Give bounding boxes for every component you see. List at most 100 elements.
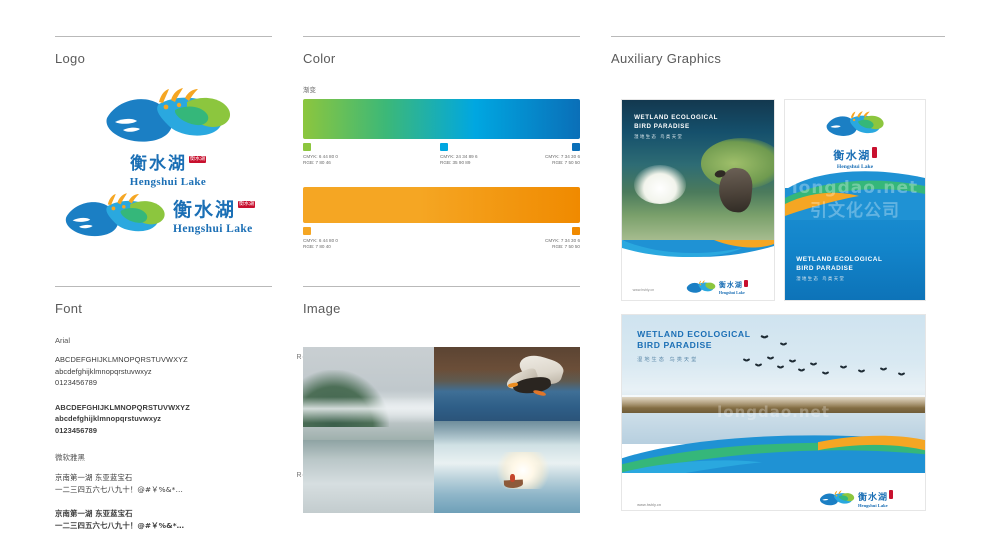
headline-cn: 湿地生态 鸟类天堂 [796, 277, 846, 282]
poster-logo: 衡水湖 Hengshui Lake [813, 111, 897, 170]
section-title-color: Color [303, 51, 336, 66]
hengshui-lake-mark-icon [826, 111, 884, 137]
logo-stacked: 衡水湖 衡水湖 Hengshui Lake [103, 88, 233, 188]
gradient-bar-primary [303, 99, 580, 139]
poster-logo-blue: 衡水湖 Hengshui Lake longdao.net 引文化公司 WETL… [785, 100, 925, 300]
section-divider [303, 36, 580, 37]
logo-cn-name: 衡水湖 [857, 493, 888, 504]
rgb-value: RGB: 35 90 89 [440, 160, 471, 166]
logo-seal [743, 279, 748, 287]
specimen-line: 0123456789 [55, 425, 98, 435]
specimen-line: 京南第一湖 东亚蓝宝石 [55, 509, 133, 518]
section-auxiliary-graphics: Auxiliary Graphics [611, 36, 945, 66]
poster-footer: www.hshly.cn 衡水湖 Hengshui Lake [622, 240, 774, 300]
specimen-line: abcdefghijklmnopqrstuvwxyz [55, 366, 152, 376]
rgb-value: RGB: 7 80 46 [303, 160, 331, 166]
section-logo: Logo [55, 36, 272, 66]
font-family-name: Arial [55, 336, 71, 345]
poster-headline: WETLAND ECOLOGICAL BIRD PARADISE 湿地生态 鸟类… [637, 329, 750, 363]
palette-label: 渐变 [303, 86, 316, 94]
section-font: Font [55, 286, 272, 316]
specimen-line: 京南第一湖 东亚蓝宝石 [55, 473, 133, 482]
section-title-font: Font [55, 301, 83, 316]
hengshui-lake-mark-icon [63, 193, 167, 243]
headline-line2: BIRD PARADISE [796, 265, 854, 272]
poster-website: www.hshly.cn [637, 502, 662, 508]
poster-headline: WETLAND ECOLOGICAL BIRD PARADISE 湿地生态 鸟类… [634, 114, 718, 140]
logo-en-name: Hengshui Lake [857, 503, 888, 509]
rgb-value: RGB: 7 50 50 [552, 244, 580, 250]
section-divider [55, 36, 272, 37]
specimen-line: ABCDEFGHIJKLMNOPQRSTUVWXYZ [55, 355, 188, 364]
specimen-line: 一二三四五六七八九十！@#￥%&*… [55, 520, 185, 530]
headline-line1: WETLAND ECOLOGICAL [796, 256, 883, 263]
headline-line1: WETLAND ECOLOGICAL [634, 114, 718, 121]
poster-headline: WETLAND ECOLOGICAL BIRD PARADISE 湿地生态 鸟类… [796, 255, 882, 282]
logo-en-name: Hengshui Lake [129, 176, 207, 188]
rgb-value: RGB: 7 50 50 [552, 160, 580, 166]
gradient-secondary-stops: CMYK: 6 44 80 0 RGB: 7 80 40 CMYK: 7 34 … [303, 223, 580, 257]
photo-misty-lake-landscape [303, 347, 434, 513]
font-group-latin: Arial ABCDEFGHIJKLMNOPQRSTUVWXYZ abcdefg… [55, 336, 327, 437]
headline-cn: 湿地生态 鸟类天堂 [637, 356, 699, 363]
font-specimen: 京南第一湖 东亚蓝宝石 一二三四五六七八九十！@#￥%&*… Bold [55, 508, 327, 531]
hengshui-lake-mark-icon [103, 88, 233, 150]
gradient-primary-stops: CMYK: 6 44 80 0 RGB: 7 80 46 CMYK: 24 34… [303, 139, 580, 173]
section-color: Color [303, 36, 580, 66]
color-stop: CMYK: 7 34 30 6 RGB: 7 50 50 [545, 227, 607, 251]
headline-line2: BIRD PARADISE [637, 340, 713, 351]
logo-cn-name: 衡水湖 [173, 199, 237, 221]
logo-cn-name: 衡水湖 [129, 154, 187, 174]
headline-line2: BIRD PARADISE [634, 122, 690, 130]
section-divider [611, 36, 945, 37]
poster-logo: 衡水湖 Hengshui Lake [819, 490, 910, 508]
logo-en-name: Hengshui Lake [173, 223, 253, 235]
logo-specimens: 衡水湖 衡水湖 Hengshui Lake 衡水湖 衡水湖 Hengshui L… [55, 88, 272, 273]
logo-seal: 衡水湖 [188, 156, 206, 164]
logo-cn-name: 衡水湖 [833, 149, 871, 163]
wave-graphic [785, 164, 925, 220]
photo-boat-at-sunrise [434, 421, 580, 513]
gradient-bar-secondary [303, 187, 580, 223]
section-divider [303, 286, 580, 287]
rgb-value: RGB: 7 80 40 [303, 244, 331, 250]
hengshui-lake-mark-icon [686, 279, 716, 293]
font-group-cjk: 微软雅黑 京南第一湖 东亚蓝宝石 一二三四五六七八九十！@#￥%&*… Regu… [55, 452, 327, 531]
specimen-line: 一二三四五六七八九十！@#￥%&*… [55, 484, 183, 494]
brand-guideline-board: Logo 衡水湖 衡水湖 Hengshui Lake 衡水湖 衡水湖 Hengs… [0, 0, 995, 560]
photo-duck-in-flight [434, 347, 580, 421]
logo-seal [888, 490, 893, 500]
specimen-line: 0123456789 [55, 378, 98, 387]
headline-line1: WETLAND ECOLOGICAL [637, 328, 751, 339]
color-chip [440, 143, 448, 151]
logo-seal [871, 147, 877, 159]
font-specimen: ABCDEFGHIJKLMNOPQRSTUVWXYZ abcdefghijklm… [55, 354, 327, 389]
font-family-name: 微软雅黑 [55, 453, 85, 462]
color-chip [303, 227, 311, 235]
section-title-logo: Logo [55, 51, 86, 66]
color-chip [572, 143, 580, 151]
hengshui-lake-mark-icon [819, 490, 855, 506]
color-stop: CMYK: 6 44 80 0 RGB: 7 80 40 [303, 227, 338, 251]
specimen-line: ABCDEFGHIJKLMNOPQRSTUVWXYZ [55, 402, 190, 412]
poster-logo: 衡水湖 Hengshui Lake [686, 279, 765, 295]
color-chip [303, 143, 311, 151]
poster-footer: www.hshly.cn 衡水湖 Hengshui Lake [622, 472, 925, 510]
logo-horizontal: 衡水湖 衡水湖 Hengshui Lake [63, 193, 275, 243]
section-title-image: Image [303, 301, 341, 316]
specimen-line: abcdefghijklmnopqrstuvwxyz [55, 414, 162, 423]
headline-cn: 湿地生态 鸟类天堂 [634, 135, 684, 141]
image-gallery [303, 347, 580, 513]
font-specimen: 京南第一湖 东亚蓝宝石 一二三四五六七八九十！@#￥%&*… Regular [55, 472, 327, 495]
font-specimen: ABCDEFGHIJKLMNOPQRSTUVWXYZ abcdefghijklm… [55, 402, 327, 437]
section-image: Image [303, 286, 580, 316]
logo-en-name: Hengshui Lake [718, 289, 745, 295]
font-specimens: Arial ABCDEFGHIJKLMNOPQRSTUVWXYZ abcdefg… [55, 336, 327, 544]
color-palette: 渐变 CMYK: 6 44 80 0 RGB: 7 80 46 CMYK: 24… [303, 84, 580, 257]
logo-seal: 衡水湖 [238, 201, 256, 209]
poster-flying-flock: WETLAND ECOLOGICAL BIRD PARADISE 湿地生态 鸟类… [622, 315, 925, 510]
color-stop: CMYK: 7 34 30 6 RGB: 7 50 50 [545, 143, 607, 167]
color-stop: CMYK: 6 44 80 0 RGB: 7 80 46 [303, 143, 338, 167]
section-divider [55, 286, 272, 287]
color-chip [572, 227, 580, 235]
